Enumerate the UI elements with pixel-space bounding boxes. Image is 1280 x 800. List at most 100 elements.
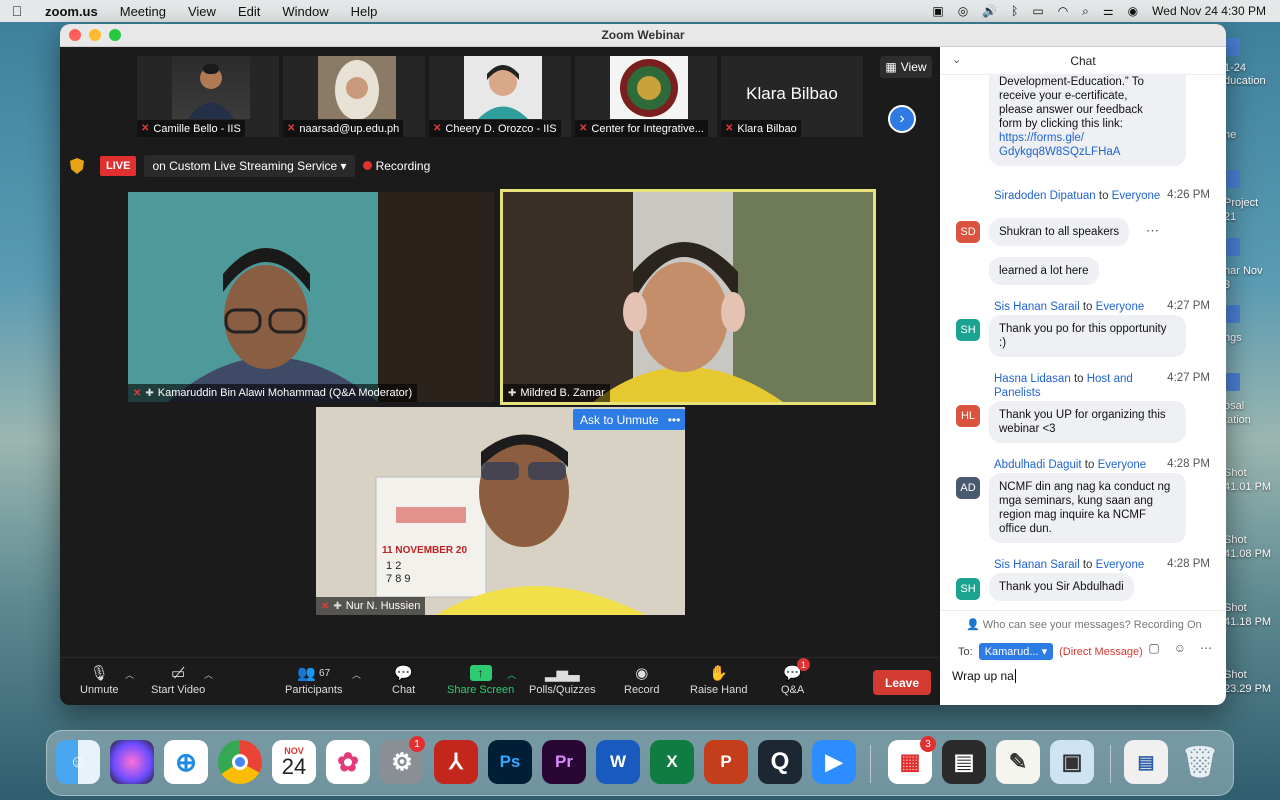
siri-icon[interactable]: ◉ [1128,4,1138,18]
feedback-link[interactable]: Gdykgq8W8SQzLFHaA [999,145,1176,159]
calculator-icon[interactable]: ▤ [942,740,986,784]
live-stream-dropdown[interactable]: on Custom Live Streaming Service ▾ [144,155,355,177]
chat-button[interactable]: 💬 Chat [392,662,415,696]
message-visibility-link[interactable]: 👤 Who can see your messages? Recording O… [966,618,1202,631]
record-button[interactable]: ◉ Record [624,662,659,696]
share-screen-button[interactable]: ↑ Share Screen [447,662,514,696]
polls-quizzes-button[interactable]: ▂▅▃ Polls/Quizzes [529,662,596,696]
participants-icon: 👥 67 [297,665,331,682]
chat-message-bubble: Development-Education.” To receive your … [989,75,1186,166]
message-more-options-icon[interactable]: ⋯ [1146,223,1159,239]
qa-button[interactable]: 💬 1 Q&A [781,658,810,696]
video-tile-participant[interactable]: 11 NOVEMBER 20 1 2 7 8 9 Ask to Unmute •… [316,407,685,615]
creative-cloud-icon[interactable]: ◎ [958,4,968,18]
menu-view[interactable]: View [177,4,227,19]
recipient-dropdown[interactable]: Kamarud... ▾ [978,643,1054,660]
document-stack-icon[interactable]: ▤ [1124,740,1168,784]
sender-name[interactable]: Sis Hanan Sarail [994,559,1080,571]
emoji-icon[interactable]: ☺ [1174,641,1186,655]
menu-edit[interactable]: Edit [227,4,271,19]
safari-icon[interactable]: ⊕ [164,740,208,784]
participant-name-placeholder: Klara Bilbao [746,84,838,103]
security-shield-icon[interactable] [70,158,84,174]
file-icon[interactable]: ▢ [1148,641,1159,655]
raise-hand-button[interactable]: ✋ Raise Hand [690,662,747,696]
settings-badge: 1 [409,736,425,752]
wifi-icon[interactable]: ◠ [1058,4,1068,18]
chrome-icon[interactable] [218,740,262,784]
video-tile-active-speaker[interactable]: ✚ Mildred B. Zamar [500,189,876,405]
spotlight-search-icon[interactable]: ⌕ [1082,4,1089,19]
desktop-file-icon[interactable] [1226,170,1240,188]
close-window-button[interactable] [69,29,81,41]
audio-options-caret[interactable]: ︿ [125,668,134,681]
desktop-file-icon[interactable] [1226,238,1240,256]
textedit-icon[interactable]: ✎ [996,740,1040,784]
menu-window[interactable]: Window [271,4,339,19]
tile-more-options-button[interactable]: ••• [663,409,685,430]
powerpoint-icon[interactable]: P [704,740,748,784]
sender-name[interactable]: Abdulhadi Daguit [994,459,1082,471]
desktop-file-icon[interactable] [1226,373,1240,391]
more-options-icon[interactable]: ⋯ [1200,641,1212,655]
zoom-status-icon[interactable]: ▣ [932,4,943,18]
photoshop-icon[interactable]: Ps [488,740,532,784]
bluetooth-icon[interactable]: ᛒ [1011,4,1018,18]
leave-button[interactable]: Leave [873,670,931,695]
chat-message-input[interactable]: Wrap up na [952,669,1212,683]
control-center-icon[interactable]: ⚌ [1103,4,1114,18]
unmute-button[interactable]: 🎙 Unmute [80,662,119,696]
desktop-file-icon[interactable] [1226,38,1240,56]
preview-icon[interactable]: ▣ [1050,740,1094,784]
word-icon[interactable]: W [596,740,640,784]
live-badge[interactable]: LIVE [100,156,137,176]
sender-name[interactable]: Siradoden Dipatuan [994,190,1096,202]
finder-icon[interactable]: ☺ [56,740,100,784]
fullscreen-window-button[interactable] [109,29,121,41]
thumbnail-video[interactable]: Klara Bilbao ✕ Klara Bilbao [721,56,863,137]
chat-panel: ⌄ Chat Development-Education.” To receiv… [940,47,1226,705]
desktop-label: ducation [1224,75,1266,87]
video-tile-moderator[interactable]: ✕ ✚ Kamaruddin Bin Alawi Mohammad (Q&A Mod… [128,192,494,402]
zoom-icon[interactable]: ▶ [812,740,856,784]
photos-icon[interactable]: ✿ [326,740,370,784]
participants-button[interactable]: 👥 67 Participants [285,662,342,696]
menu-meeting[interactable]: Meeting [109,4,177,19]
battery-icon[interactable]: ▭ [1032,4,1043,18]
sender-name[interactable]: Sis Hanan Sarail [994,301,1080,313]
desktop-file-icon[interactable] [1226,305,1240,323]
chat-message-bubble: Shukran to all speakers [989,218,1130,246]
siri-icon[interactable] [110,740,154,784]
excel-icon[interactable]: X [650,740,694,784]
person-silhouette-icon [188,64,234,119]
thumbnail-video[interactable]: ✕ Center for Integrative... [575,56,717,137]
participants-options-caret[interactable]: ︿ [352,668,361,681]
quicktime-icon[interactable]: Q [758,740,802,784]
menu-app-name[interactable]: zoom.us [34,4,109,19]
desktop-label: ne [1224,129,1237,141]
share-options-caret[interactable]: ︿ [507,668,516,681]
acrobat-icon[interactable]: ⅄ [434,740,478,784]
next-page-button[interactable]: › [888,105,916,133]
ask-to-unmute-button[interactable]: Ask to Unmute [573,409,666,430]
volume-icon[interactable]: 🔊 [982,4,997,18]
menu-help[interactable]: Help [340,4,389,19]
feedback-link[interactable]: https://forms.gle/ [999,131,1176,145]
thumbnail-video[interactable]: ✕ naarsad@up.edu.ph [283,56,425,137]
participant-count: 67 [319,667,331,679]
thumbnail-video[interactable]: ✕ Camille Bello - IIS [137,56,279,137]
trash-icon[interactable]: 🗑 [1178,740,1222,784]
start-video-button[interactable]: ▭̸ Start Video [151,662,205,696]
chat-actions: ▢ ☺ ⋯ [1148,641,1212,655]
sender-name[interactable]: Hasna Lidasan [994,373,1071,385]
video-options-caret[interactable]: ︿ [204,668,213,681]
premiere-icon[interactable]: Pr [542,740,586,784]
menubar-clock[interactable]: Wed Nov 24 4:30 PM [1152,4,1266,18]
chevron-down-icon[interactable]: ⌄ [952,53,961,66]
calendar-icon[interactable]: NOV 24 [272,740,316,784]
thumbnail-video[interactable]: ✕ Cheery D. Orozco - IIS [429,56,571,137]
view-button[interactable]: ▦ View [880,56,932,78]
minimize-window-button[interactable] [89,29,101,41]
apple-menu-icon[interactable]:  [0,3,34,19]
window-titlebar[interactable]: Zoom Webinar [60,24,1226,47]
